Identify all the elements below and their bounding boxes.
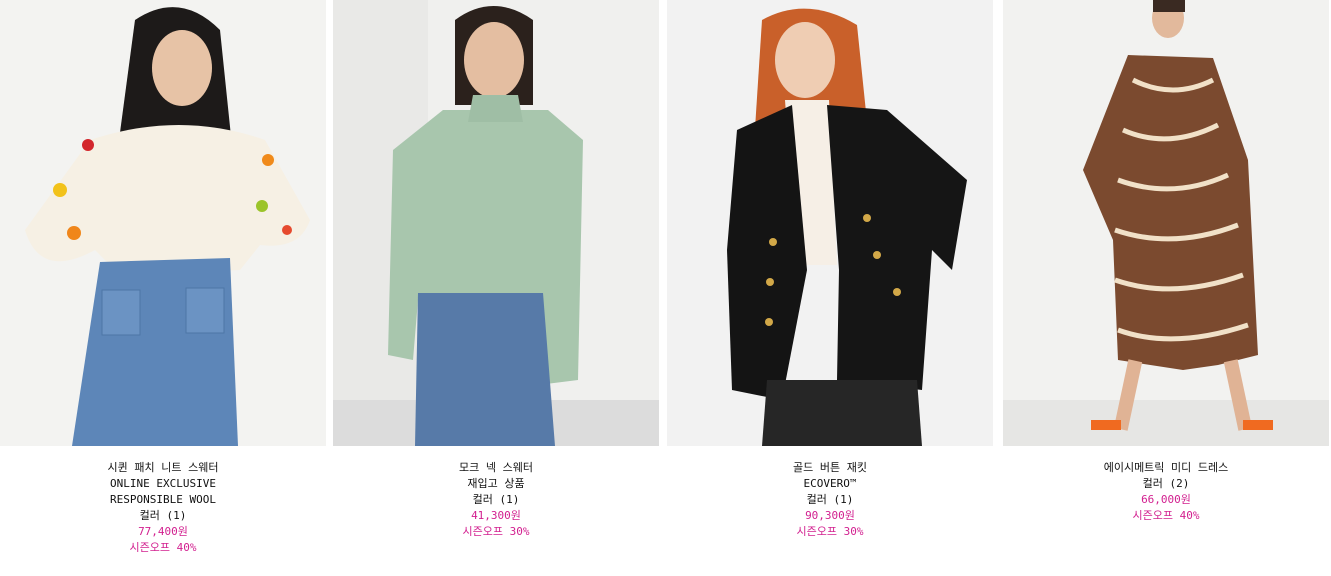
product-image[interactable] <box>1003 0 1329 446</box>
product-info: 골드 버튼 재킷 ECOVERO™ 컬러 (1) 90,300원 시즌오프 30… <box>667 446 993 540</box>
product-price: 41,300원 <box>471 509 521 522</box>
product-info: 시퀸 패치 니트 스웨터 ONLINE EXCLUSIVE RESPONSIBL… <box>0 446 326 556</box>
product-card[interactable]: 에이시메트릭 미디 드레스 컬러 (2) 66,000원 시즌오프 40% <box>1003 0 1329 524</box>
product-price: 66,000원 <box>1141 493 1191 506</box>
product-card[interactable]: 모크 넥 스웨터 재입고 상품 컬러 (1) 41,300원 시즌오프 30% <box>333 0 659 540</box>
product-tag: ONLINE EXCLUSIVE <box>110 477 216 490</box>
sale-badge: 시즌오프 40% <box>1132 509 1200 522</box>
product-name[interactable]: 모크 넥 스웨터 <box>333 460 659 476</box>
product-colors: 컬러 (1) <box>806 493 854 506</box>
product-image[interactable] <box>667 0 993 446</box>
product-image[interactable] <box>0 0 326 446</box>
product-info: 에이시메트릭 미디 드레스 컬러 (2) 66,000원 시즌오프 40% <box>1003 446 1329 524</box>
sale-badge: 시즌오프 30% <box>462 525 530 538</box>
product-card[interactable]: 골드 버튼 재킷 ECOVERO™ 컬러 (1) 90,300원 시즌오프 30… <box>667 0 993 540</box>
product-name[interactable]: 에이시메트릭 미디 드레스 <box>1003 460 1329 476</box>
product-price: 77,400원 <box>138 525 188 538</box>
sale-badge: 시즌오프 30% <box>796 525 864 538</box>
product-name[interactable]: 골드 버튼 재킷 <box>667 460 993 476</box>
sale-badge: 시즌오프 40% <box>129 541 197 554</box>
product-card[interactable]: 시퀸 패치 니트 스웨터 ONLINE EXCLUSIVE RESPONSIBL… <box>0 0 326 556</box>
product-tag: 재입고 상품 <box>467 477 525 490</box>
product-colors: 컬러 (1) <box>472 493 520 506</box>
product-tag: RESPONSIBLE WOOL <box>110 493 216 506</box>
product-info: 모크 넥 스웨터 재입고 상품 컬러 (1) 41,300원 시즌오프 30% <box>333 446 659 540</box>
product-colors: 컬러 (1) <box>139 509 187 522</box>
product-tag: ECOVERO™ <box>803 477 857 490</box>
product-image[interactable] <box>333 0 659 446</box>
product-colors: 컬러 (2) <box>1142 477 1190 490</box>
product-name[interactable]: 시퀸 패치 니트 스웨터 <box>0 460 326 476</box>
product-price: 90,300원 <box>805 509 855 522</box>
product-grid: 시퀸 패치 니트 스웨터 ONLINE EXCLUSIVE RESPONSIBL… <box>0 0 1331 576</box>
